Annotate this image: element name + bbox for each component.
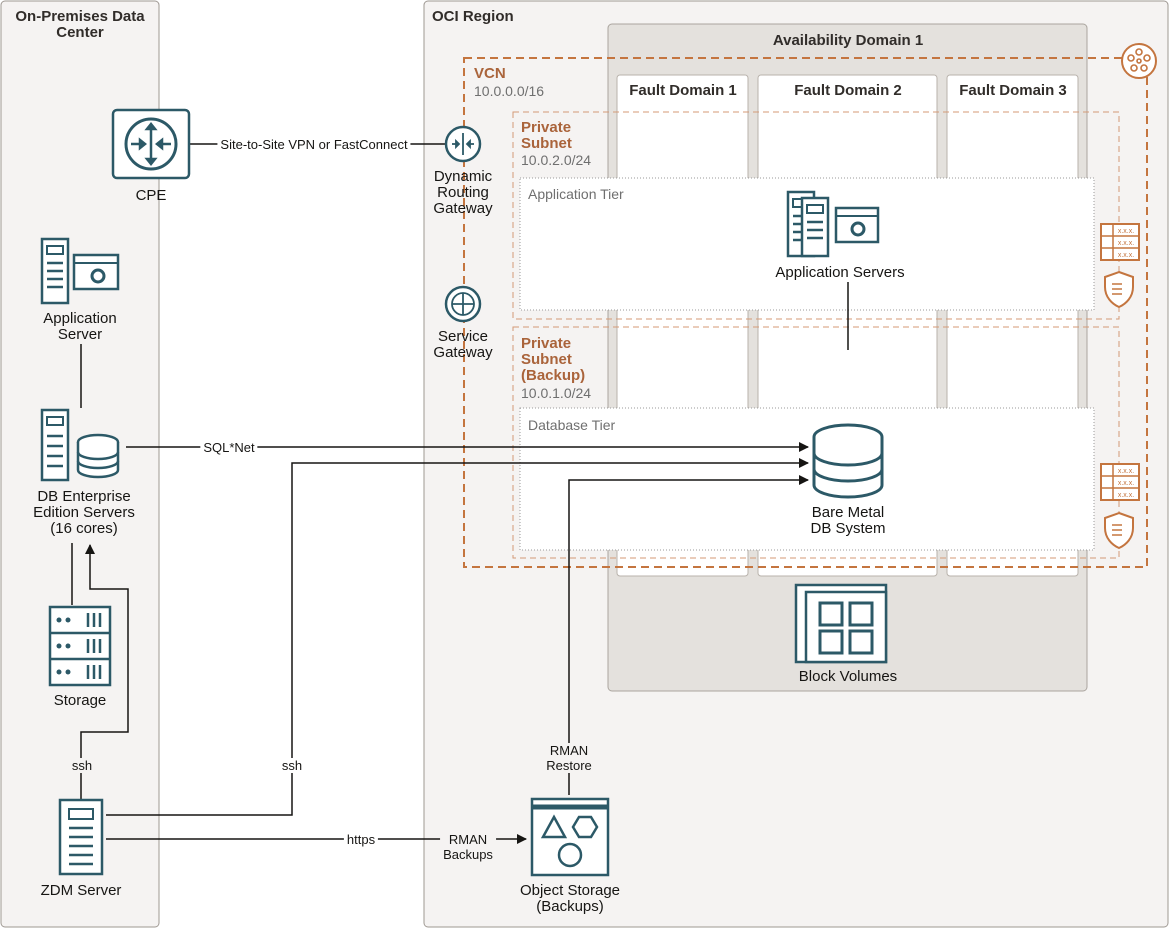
object-storage-label: Object Storage (Backups) [519, 882, 621, 915]
route-table-icon: x.x.x. x.x.x. x.x.x. [1100, 463, 1140, 501]
zdm-server-icon [58, 798, 104, 876]
route-table-icon: x.x.x. x.x.x. x.x.x. [1100, 223, 1140, 261]
application-servers-label: Application Servers [775, 264, 905, 281]
zdm-server-label: ZDM Server [40, 882, 122, 899]
service-gateway-label: Service Gateway [433, 328, 493, 361]
db-ee-servers-label: DB Enterprise Edition Servers (16 cores) [33, 488, 135, 537]
svg-text:x.x.x.: x.x.x. [1118, 252, 1134, 259]
vcn-cidr: 10.0.0.0/16 [474, 83, 545, 99]
svg-text:x.x.x.: x.x.x. [1118, 240, 1134, 247]
on-prem-title: On-Premises Data Center [15, 8, 145, 41]
fault-domain-2-title: Fault Domain 2 [794, 82, 902, 99]
bare-metal-db-label: Bare Metal DB System [810, 504, 886, 537]
service-gateway-icon [444, 285, 482, 323]
fault-domain-1-title: Fault Domain 1 [629, 82, 737, 99]
svg-text:x.x.x.: x.x.x. [1118, 480, 1134, 487]
block-volumes-icon [794, 583, 888, 664]
cpe-label: CPE [135, 187, 167, 204]
svg-text:x.x.x.: x.x.x. [1118, 468, 1134, 475]
https-label: https [343, 832, 379, 847]
oci-region-title: OCI Region [432, 8, 514, 25]
drg-icon [444, 125, 482, 163]
ssh-onprem-label: ssh [68, 758, 96, 773]
svg-text:x.x.x.: x.x.x. [1118, 228, 1134, 235]
vcn-icon [1121, 43, 1157, 79]
storage-label: Storage [53, 692, 107, 709]
subnet-app-title: Private Subnet [521, 119, 572, 152]
application-tier-title: Application Tier [528, 186, 624, 202]
ssh-oci-label: ssh [278, 758, 306, 773]
subnet-app-cidr: 10.0.2.0/24 [521, 152, 592, 168]
fault-domain-3-title: Fault Domain 3 [959, 82, 1067, 99]
database-tier-title: Database Tier [528, 417, 616, 433]
object-storage-icon [530, 797, 610, 877]
rman-restore-label: RMAN Restore [543, 743, 595, 773]
storage-icon [48, 605, 112, 687]
subnet-backup-title: Private Subnet (Backup) [521, 335, 586, 384]
vcn-title: VCN [474, 65, 506, 82]
router-icon [111, 108, 191, 180]
database-icon [812, 423, 884, 499]
svg-text:x.x.x.: x.x.x. [1118, 492, 1134, 499]
architecture-diagram: x.x.x. x.x.x. x.x.x. x.x.x. x.x.x. x.x.x… [0, 0, 1170, 928]
vpn-connection-label: Site-to-Site VPN or FastConnect [217, 137, 411, 152]
rman-backups-label: RMAN Backups [440, 832, 496, 862]
availability-domain-title: Availability Domain 1 [772, 32, 924, 49]
application-server-label: Application Server [43, 310, 117, 343]
subnet-backup-cidr: 10.0.1.0/24 [521, 385, 592, 401]
drg-label: Dynamic Routing Gateway [433, 168, 493, 217]
sqlnet-label: SQL*Net [200, 440, 258, 455]
block-volumes-label: Block Volumes [798, 668, 898, 685]
